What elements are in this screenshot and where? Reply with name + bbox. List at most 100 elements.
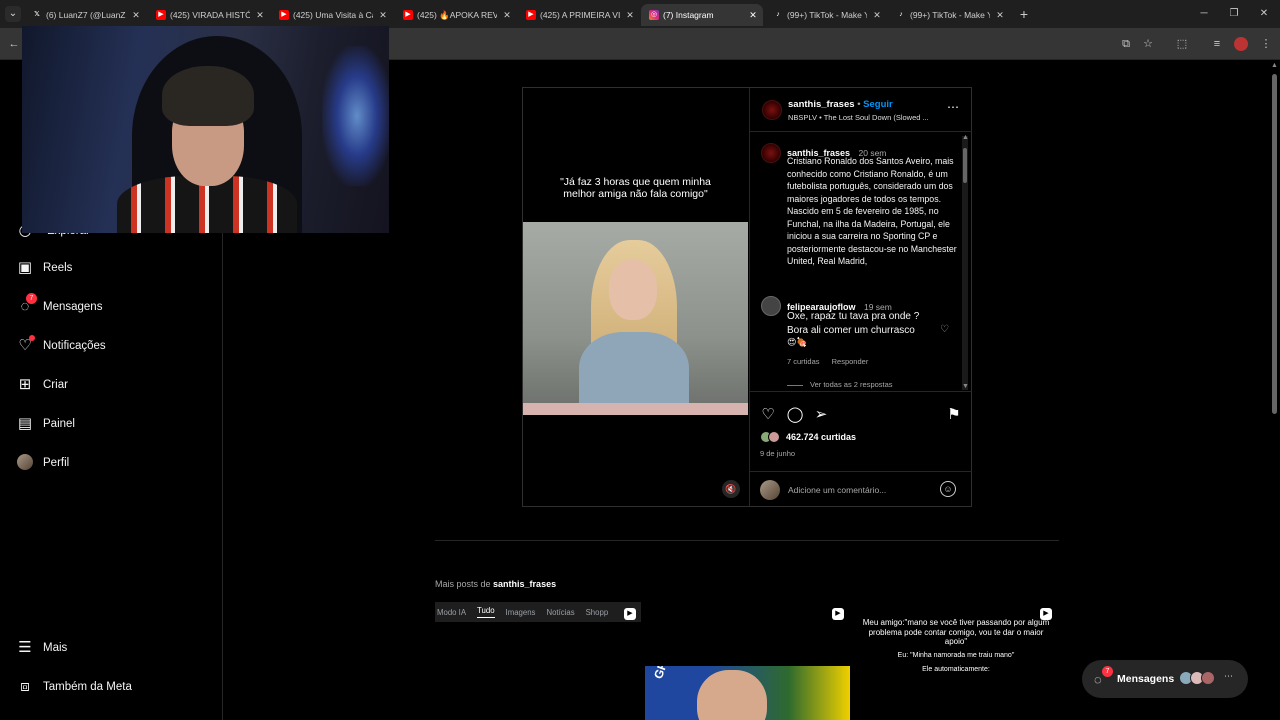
- plus-square-icon: ⊞: [18, 376, 32, 393]
- likes-count[interactable]: 462.724 curtidas: [786, 432, 856, 442]
- comment-meta: 7 curtidas Responder: [787, 357, 878, 366]
- browser-tab-instagram[interactable]: ◎ (7) Instagram ✕: [641, 4, 763, 26]
- video-frame: [523, 222, 748, 415]
- browser-tab-1[interactable]: 𝕏 (6) LuanZ7 (@LuanZ7 ✕: [24, 4, 146, 26]
- more-posts-username[interactable]: santhis_frases: [493, 579, 556, 589]
- extensions-icon[interactable]: ⬚: [1174, 36, 1190, 52]
- commenter-avatar[interactable]: [761, 296, 781, 316]
- caption-text: Cristiano Ronaldo dos Santos Aveiro, mai…: [787, 156, 957, 266]
- close-tab-icon[interactable]: ✕: [994, 4, 1006, 26]
- comments-scrollbar[interactable]: ▲ ▼: [962, 134, 969, 390]
- sidebar-item-dashboard[interactable]: ▤ Painel: [16, 412, 75, 436]
- mute-icon[interactable]: 🔇: [722, 480, 740, 498]
- x-logo-icon: 𝕏: [34, 11, 40, 18]
- comment-icon[interactable]: ◯: [786, 406, 804, 424]
- post-side-panel: santhis_frases • Seguir NBSPLV • The Los…: [749, 88, 972, 506]
- reply-button[interactable]: Responder: [832, 357, 869, 366]
- browser-tab-2[interactable]: ▶ (425) VIRADA HISTÓR ✕: [148, 4, 270, 26]
- browser-tab-4[interactable]: ▶ (425) 🔥APOKA REVE ✕: [395, 4, 517, 26]
- sidebar-item-meta[interactable]: ⧈ Também da Meta: [16, 675, 132, 699]
- install-app-icon[interactable]: ⧉: [1118, 36, 1134, 52]
- share-icon[interactable]: ➢: [812, 406, 830, 424]
- close-tab-icon[interactable]: ✕: [254, 4, 266, 26]
- profile-avatar[interactable]: [1234, 37, 1248, 51]
- filter-news[interactable]: Notícias: [546, 608, 574, 617]
- close-tab-icon[interactable]: ✕: [501, 4, 513, 26]
- filter-all[interactable]: Tudo: [477, 606, 495, 618]
- post-thumbnail-2[interactable]: GRO: [645, 666, 850, 720]
- save-bookmark-icon[interactable]: ⚑: [945, 406, 963, 424]
- new-tab-button[interactable]: +: [1015, 5, 1033, 23]
- page-scrollbar[interactable]: ▲: [1271, 62, 1278, 720]
- close-window-icon[interactable]: ✕: [1256, 6, 1272, 22]
- more-posts-heading: Mais posts de santhis_frases: [435, 579, 556, 589]
- youtube-icon: ▶: [403, 10, 413, 20]
- post-media[interactable]: "Já faz 3 horas que quem minha melhor am…: [523, 88, 748, 506]
- tab-search-button[interactable]: ⌄: [5, 6, 21, 22]
- profile-icon-wrap: [16, 454, 34, 472]
- video-person-face: [609, 260, 657, 320]
- heart-icon: ♡: [16, 335, 35, 355]
- browser-tab-5[interactable]: ▶ (425) A PRIMEIRA VI ✕: [518, 4, 640, 26]
- streamer-hair: [162, 66, 254, 126]
- likers-avatars: [760, 431, 782, 443]
- messages-pill[interactable]: ◌ 7 Mensagens ⋯: [1082, 660, 1248, 698]
- post-viewer: "Já faz 3 horas que quem minha melhor am…: [522, 87, 972, 507]
- close-tab-icon[interactable]: ✕: [747, 4, 759, 26]
- close-tab-icon[interactable]: ✕: [624, 4, 636, 26]
- sidebar-item-label: Reels: [43, 262, 73, 274]
- author-username[interactable]: santhis_frases: [788, 99, 855, 110]
- sidebar-item-profile[interactable]: Perfil: [16, 451, 69, 475]
- meme-line-1: Meu amigo:"mano se você tiver passando p…: [862, 618, 1050, 646]
- search-filter-bar: Modo IA Tudo Imagens Notícias Shopp: [435, 602, 641, 622]
- more-options-icon[interactable]: ⋯: [947, 100, 959, 114]
- author-line: santhis_frases • Seguir: [788, 99, 893, 110]
- browser-tab-8[interactable]: ♪ (99+) TikTok - Make Y ✕: [888, 4, 1010, 26]
- filter-images[interactable]: Imagens: [506, 608, 536, 617]
- sidebar-item-messages[interactable]: ◌ 7 Mensagens: [16, 293, 102, 319]
- post-thumbnail-3[interactable]: Meu amigo:"mano se você tiver passando p…: [862, 618, 1050, 673]
- chrome-menu-icon[interactable]: ⋮: [1258, 36, 1274, 52]
- avatar: [760, 480, 780, 500]
- view-replies-button[interactable]: Ver todas as 2 respostas: [787, 380, 893, 389]
- like-icon[interactable]: ♡: [759, 406, 777, 424]
- youtube-icon: ▶: [156, 10, 166, 20]
- caption-avatar[interactable]: [761, 143, 781, 163]
- reading-list-icon[interactable]: ≡: [1209, 36, 1225, 52]
- back-icon[interactable]: ←: [6, 36, 22, 52]
- close-tab-icon[interactable]: ✕: [130, 4, 142, 26]
- scroll-thumb[interactable]: [963, 148, 967, 183]
- scroll-up-icon[interactable]: ▲: [1271, 62, 1278, 69]
- author-avatar[interactable]: [762, 100, 782, 120]
- filter-ai-mode[interactable]: Modo IA: [437, 608, 466, 617]
- comment-likes[interactable]: 7 curtidas: [787, 357, 820, 366]
- filter-shopping[interactable]: Shopp: [586, 608, 609, 617]
- bookmark-star-icon[interactable]: ☆: [1140, 36, 1156, 52]
- webcam-overlay: [22, 26, 389, 233]
- like-comment-icon[interactable]: ♡: [940, 324, 949, 335]
- meme-caption: "Já faz 3 horas que quem minha melhor am…: [560, 176, 711, 200]
- tab-title: (99+) TikTok - Make Y: [910, 10, 990, 20]
- close-tab-icon[interactable]: ✕: [377, 4, 389, 26]
- post-header: santhis_frases • Seguir NBSPLV • The Los…: [750, 88, 972, 132]
- audio-attribution[interactable]: NBSPLV • The Lost Soul Down (Slowed ...: [788, 113, 929, 122]
- comment-input[interactable]: [788, 481, 938, 499]
- scroll-down-icon[interactable]: ▼: [962, 383, 969, 390]
- sidebar-item-more[interactable]: ☰ Mais: [16, 636, 67, 660]
- notification-badge: 7: [26, 293, 37, 304]
- browser-tab-3[interactable]: ▶ (425) Uma Visita à Ca ✕: [271, 4, 393, 26]
- sidebar-item-create[interactable]: ⊞ Criar: [16, 373, 68, 397]
- minimize-icon[interactable]: ─: [1196, 6, 1212, 22]
- sidebar-item-reels[interactable]: ▣ Reels: [16, 256, 73, 280]
- scroll-up-icon[interactable]: ▲: [962, 134, 969, 141]
- browser-tab-7[interactable]: ♪ (99+) TikTok - Make Y ✕: [765, 4, 887, 26]
- reel-icon: ▶: [832, 608, 844, 620]
- emoji-icon[interactable]: ☺: [940, 481, 956, 497]
- follow-button[interactable]: Seguir: [863, 99, 893, 110]
- sidebar-item-notifications[interactable]: ♡ Notificações: [16, 334, 106, 358]
- maximize-icon[interactable]: ❐: [1226, 6, 1242, 22]
- close-tab-icon[interactable]: ✕: [871, 4, 883, 26]
- avatar: [1201, 671, 1215, 685]
- scroll-thumb[interactable]: [1272, 74, 1277, 414]
- more-options-icon[interactable]: ⋯: [1224, 671, 1233, 682]
